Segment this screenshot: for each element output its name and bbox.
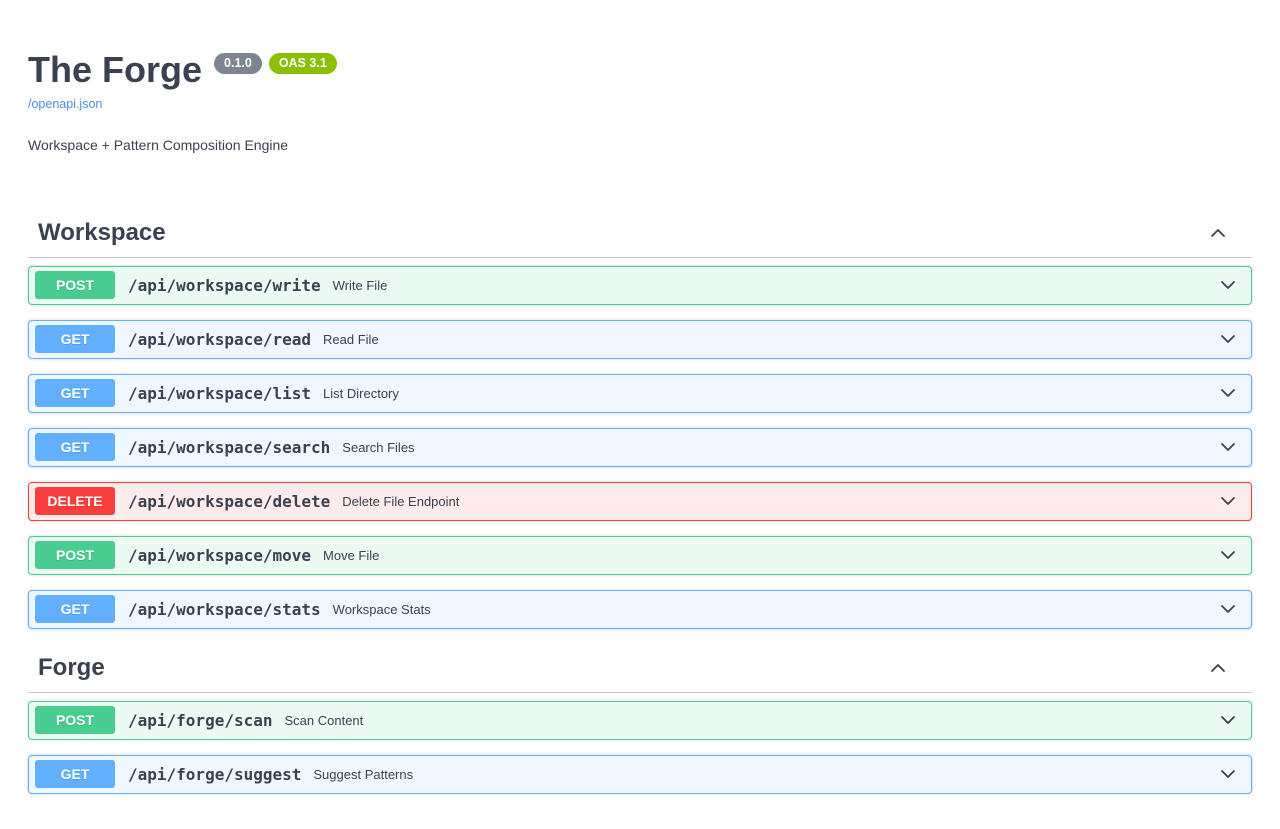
tag-sections-container: Workspace POST /api/workspace/write Writ… [28, 209, 1252, 794]
endpoint-path: /api/workspace/list [128, 384, 311, 403]
http-method-badge: POST [35, 271, 115, 299]
endpoint-row[interactable]: POST /api/workspace/move Move File [28, 536, 1252, 575]
endpoint-row[interactable]: GET /api/forge/suggest Suggest Patterns [28, 755, 1252, 794]
http-method-badge: POST [35, 706, 115, 734]
section-header[interactable]: Forge [28, 644, 1252, 693]
endpoint-summary: Search Files [342, 440, 414, 455]
chevron-down-icon[interactable] [1218, 437, 1238, 457]
api-description: Workspace + Pattern Composition Engine [28, 137, 1252, 153]
endpoint-summary: Move File [323, 548, 379, 563]
http-method-badge: GET [35, 595, 115, 623]
chevron-down-icon[interactable] [1218, 383, 1238, 403]
section-title: Workspace [38, 219, 166, 247]
page-title: The Forge 0.1.0 OAS 3.1 [28, 50, 1252, 90]
chevron-down-icon[interactable] [1218, 329, 1238, 349]
endpoint-row[interactable]: GET /api/workspace/stats Workspace Stats [28, 590, 1252, 629]
endpoint-row[interactable]: POST /api/workspace/write Write File [28, 266, 1252, 305]
api-info-block: The Forge 0.1.0 OAS 3.1 /openapi.json Wo… [28, 50, 1252, 153]
chevron-down-icon[interactable] [1218, 275, 1238, 295]
endpoint-row[interactable]: GET /api/workspace/list List Directory [28, 374, 1252, 413]
http-method-badge: GET [35, 379, 115, 407]
endpoint-path: /api/workspace/move [128, 546, 311, 565]
section-operations: POST /api/workspace/write Write File GET… [28, 258, 1252, 629]
oas-version-badge: OAS 3.1 [269, 53, 337, 74]
endpoint-path: /api/forge/suggest [128, 765, 301, 784]
version-badge: 0.1.0 [214, 53, 262, 74]
section-operations: POST /api/forge/scan Scan Content GET /a… [28, 693, 1252, 794]
chevron-up-icon[interactable] [1208, 223, 1228, 243]
chevron-down-icon[interactable] [1218, 710, 1238, 730]
endpoint-summary: Read File [323, 332, 379, 347]
http-method-badge: DELETE [35, 487, 115, 515]
chevron-down-icon[interactable] [1218, 599, 1238, 619]
swagger-ui-page: The Forge 0.1.0 OAS 3.1 /openapi.json Wo… [0, 0, 1280, 829]
endpoint-summary: List Directory [323, 386, 399, 401]
chevron-down-icon[interactable] [1218, 545, 1238, 565]
endpoint-row[interactable]: POST /api/forge/scan Scan Content [28, 701, 1252, 740]
endpoint-path: /api/workspace/read [128, 330, 311, 349]
endpoint-summary: Scan Content [285, 713, 364, 728]
endpoint-path: /api/workspace/search [128, 438, 330, 457]
tag-section: Workspace POST /api/workspace/write Writ… [28, 209, 1252, 629]
endpoint-path: /api/workspace/delete [128, 492, 330, 511]
section-title: Forge [38, 654, 105, 682]
endpoint-path: /api/workspace/stats [128, 600, 321, 619]
openapi-spec-link[interactable]: /openapi.json [28, 97, 102, 111]
endpoint-row[interactable]: GET /api/workspace/search Search Files [28, 428, 1252, 467]
endpoint-path: /api/workspace/write [128, 276, 321, 295]
http-method-badge: GET [35, 433, 115, 461]
title-badges: 0.1.0 OAS 3.1 [214, 53, 337, 74]
chevron-up-icon[interactable] [1208, 658, 1228, 678]
endpoint-row[interactable]: DELETE /api/workspace/delete Delete File… [28, 482, 1252, 521]
endpoint-summary: Suggest Patterns [313, 767, 413, 782]
endpoint-summary: Write File [333, 278, 388, 293]
chevron-down-icon[interactable] [1218, 764, 1238, 784]
endpoint-row[interactable]: GET /api/workspace/read Read File [28, 320, 1252, 359]
chevron-down-icon[interactable] [1218, 491, 1238, 511]
tag-section: Forge POST /api/forge/scan Scan Content … [28, 644, 1252, 794]
api-title-text: The Forge [28, 50, 202, 90]
endpoint-summary: Delete File Endpoint [342, 494, 459, 509]
http-method-badge: POST [35, 541, 115, 569]
http-method-badge: GET [35, 325, 115, 353]
endpoint-summary: Workspace Stats [333, 602, 431, 617]
section-header[interactable]: Workspace [28, 209, 1252, 258]
endpoint-path: /api/forge/scan [128, 711, 273, 730]
http-method-badge: GET [35, 760, 115, 788]
